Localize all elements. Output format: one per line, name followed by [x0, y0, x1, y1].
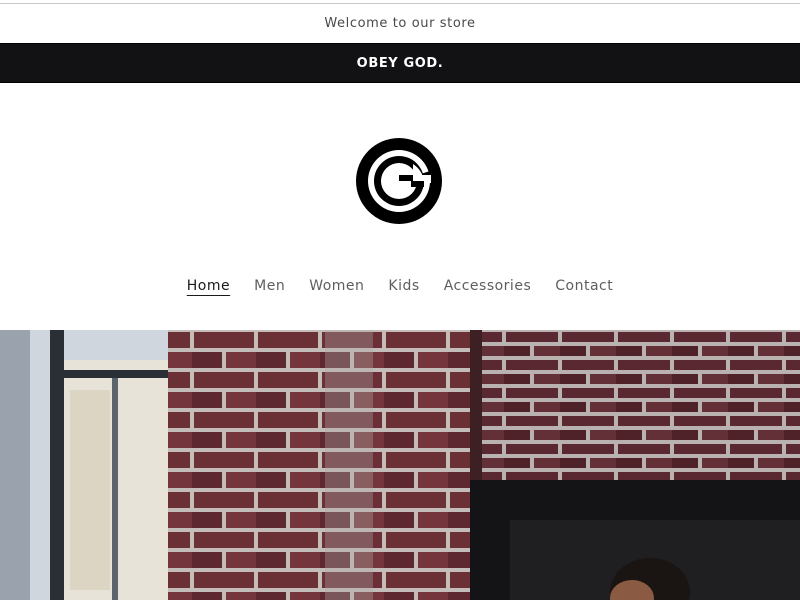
- announcement-bar: OBEY GOD.: [0, 43, 800, 83]
- announcement-text[interactable]: OBEY GOD.: [357, 56, 444, 71]
- welcome-text: Welcome to our store: [324, 16, 476, 31]
- nav-home[interactable]: Home: [175, 272, 242, 300]
- nav-contact[interactable]: Contact: [543, 272, 625, 300]
- nav-men[interactable]: Men: [242, 272, 297, 300]
- nav-kids[interactable]: Kids: [376, 272, 431, 300]
- hero-image: [0, 330, 800, 600]
- hero-banner[interactable]: [0, 330, 800, 600]
- store-logo[interactable]: [355, 137, 443, 225]
- g-circle-logo-icon: [356, 138, 442, 224]
- nav-women[interactable]: Women: [297, 272, 376, 300]
- main-nav: Home Men Women Kids Accessories Contact: [0, 268, 800, 304]
- welcome-bar: Welcome to our store: [0, 4, 800, 43]
- nav-accessories[interactable]: Accessories: [432, 272, 544, 300]
